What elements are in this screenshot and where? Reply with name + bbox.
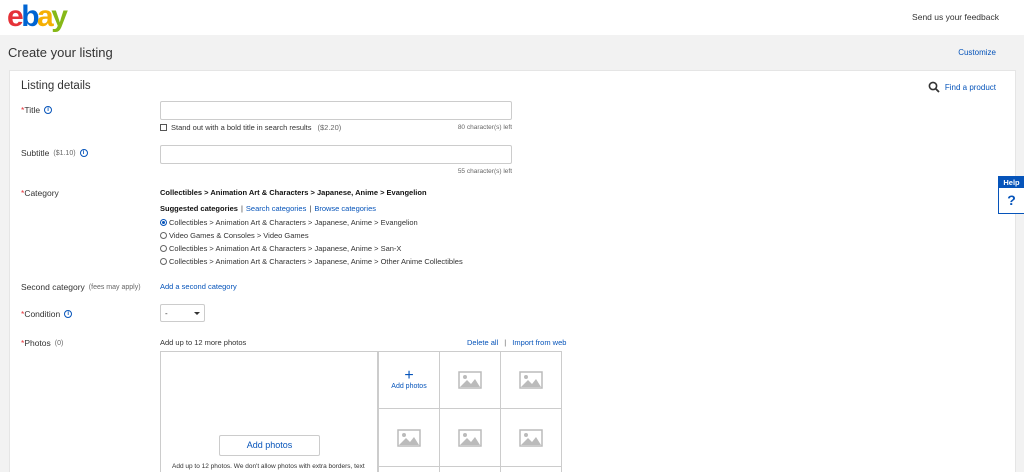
title-label: *Title i <box>21 105 53 115</box>
add-photos-button[interactable]: Add photos <box>219 435 320 456</box>
title-input[interactable] <box>160 101 512 120</box>
photo-slot[interactable] <box>500 409 561 467</box>
import-from-web-link[interactable]: Import from web <box>512 338 566 347</box>
section-title: Listing details <box>21 80 91 92</box>
bold-title-label: Stand out with a bold title in search re… <box>171 123 312 132</box>
image-placeholder-icon <box>458 428 482 447</box>
photos-label: *Photos (0) <box>21 338 64 348</box>
category-label: *Category <box>21 188 59 198</box>
browse-categories-link[interactable]: Browse categories <box>314 204 376 213</box>
help-tab[interactable]: Help ? <box>998 176 1024 214</box>
plus-icon: + <box>404 367 414 384</box>
bold-title-option[interactable]: Stand out with a bold title in search re… <box>160 123 341 132</box>
bold-title-checkbox[interactable] <box>160 124 167 131</box>
radio-selected[interactable] <box>160 219 167 226</box>
logo-letter-e: e <box>7 0 24 33</box>
photos-count: (0) <box>54 339 64 347</box>
image-placeholder-icon <box>458 370 482 389</box>
photo-slot[interactable] <box>378 467 439 472</box>
add-second-category-link[interactable]: Add a second category <box>160 282 237 291</box>
subtitle-input[interactable] <box>160 145 512 164</box>
top-bar: ebay Send us your feedback <box>0 0 1024 35</box>
feedback-link[interactable]: Send us your feedback <box>912 12 999 22</box>
info-icon[interactable]: i <box>79 149 88 157</box>
title-counter: 80 character(s) left <box>457 124 512 131</box>
bold-title-price: ($2.20) <box>317 123 342 132</box>
photo-slot[interactable] <box>439 467 500 472</box>
category-option[interactable]: Collectibles > Animation Art & Character… <box>160 244 401 253</box>
find-product-label: Find a product <box>944 82 996 92</box>
photo-slot[interactable] <box>500 467 561 472</box>
help-label: Help <box>999 177 1024 188</box>
radio[interactable] <box>160 245 167 252</box>
category-option[interactable]: Collectibles > Animation Art & Character… <box>160 218 418 227</box>
condition-label: *Condition i <box>21 309 73 319</box>
photo-slot[interactable] <box>439 409 500 467</box>
photo-slot[interactable] <box>439 351 500 409</box>
condition-select[interactable]: - <box>160 304 205 322</box>
second-category-label: Second category (fees may apply) <box>21 282 141 292</box>
photo-actions: Delete all | Import from web <box>467 338 567 347</box>
image-placeholder-icon <box>519 370 543 389</box>
logo-letter-y: y <box>51 0 68 33</box>
photos-hint: Add up to 12 more photos <box>160 338 247 347</box>
chevron-down-icon <box>194 311 200 315</box>
selected-category-path: Collectibles > Animation Art & Character… <box>160 188 427 197</box>
page-title: Create your listing <box>8 45 113 60</box>
info-icon[interactable]: i <box>44 106 53 114</box>
info-icon[interactable]: i <box>64 310 73 318</box>
search-icon <box>928 81 940 93</box>
question-icon: ? <box>1007 192 1016 208</box>
radio[interactable] <box>160 232 167 239</box>
find-product-link[interactable]: Find a product <box>928 81 996 93</box>
radio[interactable] <box>160 258 167 265</box>
suggested-categories-bar: Suggested categories | Search categories… <box>160 204 377 213</box>
category-option[interactable]: Collectibles > Animation Art & Character… <box>160 257 463 266</box>
suggested-categories-label: Suggested categories <box>160 204 238 213</box>
subtitle-counter: 55 character(s) left <box>457 168 512 175</box>
add-photos-tile[interactable]: + Add photos <box>378 351 439 409</box>
search-categories-link[interactable]: Search categories <box>246 204 306 213</box>
subtitle-fee: ($1.10) <box>53 149 76 157</box>
photo-slot[interactable] <box>378 409 439 467</box>
logo-letter-a: a <box>37 0 54 33</box>
delete-all-link[interactable]: Delete all <box>467 338 498 347</box>
photos-note: Add up to 12 photos. We don't allow phot… <box>172 463 365 470</box>
image-placeholder-icon <box>397 428 421 447</box>
second-category-note: (fees may apply) <box>88 283 141 291</box>
subtitle-label: Subtitle ($1.10) i <box>21 148 88 158</box>
ebay-logo[interactable]: ebay <box>7 0 68 33</box>
image-placeholder-icon <box>519 428 543 447</box>
logo-letter-b: b <box>21 0 39 33</box>
category-option[interactable]: Video Games & Consoles > Video Games <box>160 231 309 240</box>
photo-slot[interactable] <box>500 351 561 409</box>
customize-link[interactable]: Customize <box>958 48 996 57</box>
